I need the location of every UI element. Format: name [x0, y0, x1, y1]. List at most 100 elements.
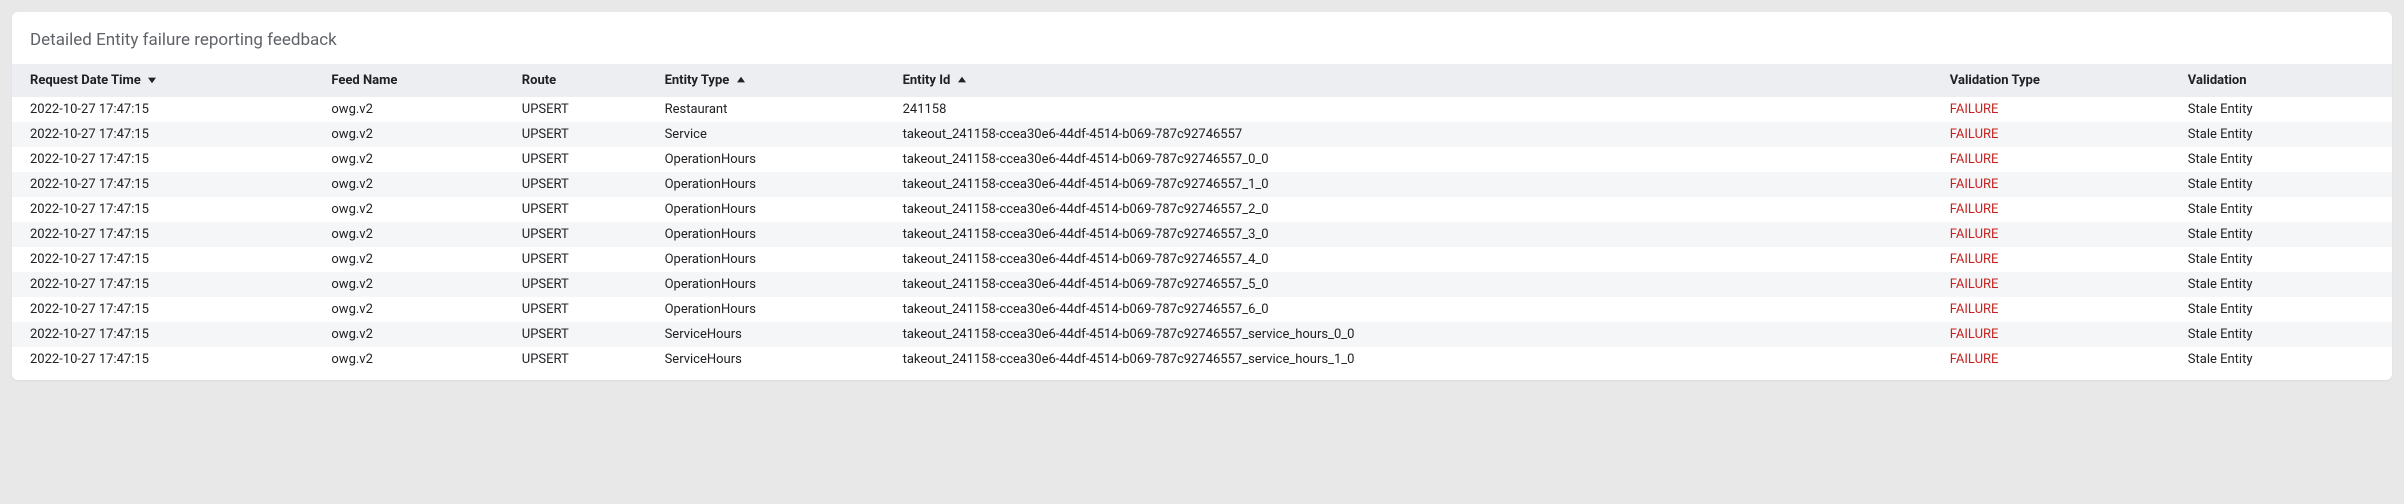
- table-row[interactable]: 2022-10-27 17:47:15owg.v2UPSERTOperation…: [12, 272, 2392, 297]
- table-row[interactable]: 2022-10-27 17:47:15owg.v2UPSERTOperation…: [12, 197, 2392, 222]
- cell-request-date-time: 2022-10-27 17:47:15: [12, 272, 321, 297]
- cell-entity-id: takeout_241158-ccea30e6-44df-4514-b069-7…: [893, 122, 1940, 147]
- table-row[interactable]: 2022-10-27 17:47:15owg.v2UPSERTOperation…: [12, 222, 2392, 247]
- col-label-entity-type: Entity Type: [665, 73, 730, 88]
- report-table: Request Date Time Feed Name Route Entity…: [12, 64, 2392, 372]
- cell-validation: Stale Entity: [2178, 122, 2392, 147]
- cell-entity-id: takeout_241158-ccea30e6-44df-4514-b069-7…: [893, 247, 1940, 272]
- col-label-entity-id: Entity Id: [903, 73, 951, 88]
- cell-validation-type: FAILURE: [1940, 97, 2178, 122]
- cell-feed-name: owg.v2: [321, 347, 511, 372]
- cell-validation-type: FAILURE: [1940, 297, 2178, 322]
- col-label-request-date-time: Request Date Time: [30, 73, 141, 88]
- cell-validation-type: FAILURE: [1940, 197, 2178, 222]
- cell-route: UPSERT: [512, 222, 655, 247]
- cell-validation: Stale Entity: [2178, 272, 2392, 297]
- report-card: Detailed Entity failure reporting feedba…: [12, 12, 2392, 380]
- cell-validation: Stale Entity: [2178, 197, 2392, 222]
- sort-desc-icon: [148, 73, 156, 88]
- cell-entity-id: takeout_241158-ccea30e6-44df-4514-b069-7…: [893, 147, 1940, 172]
- table-row[interactable]: 2022-10-27 17:47:15owg.v2UPSERTServiceHo…: [12, 322, 2392, 347]
- cell-route: UPSERT: [512, 247, 655, 272]
- cell-route: UPSERT: [512, 297, 655, 322]
- cell-request-date-time: 2022-10-27 17:47:15: [12, 197, 321, 222]
- cell-validation-type: FAILURE: [1940, 272, 2178, 297]
- cell-entity-type: OperationHours: [655, 172, 893, 197]
- cell-request-date-time: 2022-10-27 17:47:15: [12, 247, 321, 272]
- cell-request-date-time: 2022-10-27 17:47:15: [12, 222, 321, 247]
- cell-validation-type: FAILURE: [1940, 247, 2178, 272]
- cell-route: UPSERT: [512, 172, 655, 197]
- cell-entity-id: takeout_241158-ccea30e6-44df-4514-b069-7…: [893, 322, 1940, 347]
- sort-asc-icon: [737, 73, 745, 88]
- col-header-route[interactable]: Route: [512, 64, 655, 97]
- cell-validation: Stale Entity: [2178, 172, 2392, 197]
- cell-entity-type: OperationHours: [655, 297, 893, 322]
- cell-entity-id: takeout_241158-ccea30e6-44df-4514-b069-7…: [893, 172, 1940, 197]
- cell-entity-id: takeout_241158-ccea30e6-44df-4514-b069-7…: [893, 222, 1940, 247]
- cell-route: UPSERT: [512, 197, 655, 222]
- cell-entity-type: OperationHours: [655, 147, 893, 172]
- cell-feed-name: owg.v2: [321, 122, 511, 147]
- cell-entity-id: takeout_241158-ccea30e6-44df-4514-b069-7…: [893, 347, 1940, 372]
- col-label-feed-name: Feed Name: [331, 73, 397, 88]
- col-label-validation-type: Validation Type: [1950, 73, 2040, 88]
- cell-feed-name: owg.v2: [321, 197, 511, 222]
- cell-entity-type: ServiceHours: [655, 347, 893, 372]
- cell-request-date-time: 2022-10-27 17:47:15: [12, 347, 321, 372]
- cell-feed-name: owg.v2: [321, 172, 511, 197]
- cell-entity-type: ServiceHours: [655, 322, 893, 347]
- cell-validation: Stale Entity: [2178, 347, 2392, 372]
- cell-feed-name: owg.v2: [321, 272, 511, 297]
- sort-asc-icon: [958, 73, 966, 88]
- cell-validation-type: FAILURE: [1940, 122, 2178, 147]
- table-header-row: Request Date Time Feed Name Route Entity…: [12, 64, 2392, 97]
- cell-request-date-time: 2022-10-27 17:47:15: [12, 172, 321, 197]
- col-header-request-date-time[interactable]: Request Date Time: [12, 64, 321, 97]
- col-header-entity-id[interactable]: Entity Id: [893, 64, 1940, 97]
- cell-validation-type: FAILURE: [1940, 147, 2178, 172]
- cell-request-date-time: 2022-10-27 17:47:15: [12, 97, 321, 122]
- cell-validation: Stale Entity: [2178, 147, 2392, 172]
- col-header-validation-type[interactable]: Validation Type: [1940, 64, 2178, 97]
- cell-validation: Stale Entity: [2178, 97, 2392, 122]
- cell-validation-type: FAILURE: [1940, 172, 2178, 197]
- table-row[interactable]: 2022-10-27 17:47:15owg.v2UPSERTOperation…: [12, 147, 2392, 172]
- cell-route: UPSERT: [512, 147, 655, 172]
- cell-entity-id: takeout_241158-ccea30e6-44df-4514-b069-7…: [893, 297, 1940, 322]
- cell-validation-type: FAILURE: [1940, 347, 2178, 372]
- col-label-validation: Validation: [2188, 73, 2247, 88]
- card-title: Detailed Entity failure reporting feedba…: [12, 30, 2392, 64]
- table-row[interactable]: 2022-10-27 17:47:15owg.v2UPSERTOperation…: [12, 172, 2392, 197]
- cell-entity-id: 241158: [893, 97, 1940, 122]
- cell-feed-name: owg.v2: [321, 322, 511, 347]
- col-header-feed-name[interactable]: Feed Name: [321, 64, 511, 97]
- cell-route: UPSERT: [512, 97, 655, 122]
- cell-validation-type: FAILURE: [1940, 222, 2178, 247]
- col-header-validation[interactable]: Validation: [2178, 64, 2392, 97]
- cell-request-date-time: 2022-10-27 17:47:15: [12, 322, 321, 347]
- cell-feed-name: owg.v2: [321, 297, 511, 322]
- cell-route: UPSERT: [512, 347, 655, 372]
- cell-route: UPSERT: [512, 122, 655, 147]
- table-row[interactable]: 2022-10-27 17:47:15owg.v2UPSERTRestauran…: [12, 97, 2392, 122]
- cell-feed-name: owg.v2: [321, 247, 511, 272]
- col-header-entity-type[interactable]: Entity Type: [655, 64, 893, 97]
- table-row[interactable]: 2022-10-27 17:47:15owg.v2UPSERTServiceHo…: [12, 347, 2392, 372]
- cell-entity-id: takeout_241158-ccea30e6-44df-4514-b069-7…: [893, 272, 1940, 297]
- cell-entity-id: takeout_241158-ccea30e6-44df-4514-b069-7…: [893, 197, 1940, 222]
- cell-route: UPSERT: [512, 322, 655, 347]
- cell-validation: Stale Entity: [2178, 222, 2392, 247]
- table-row[interactable]: 2022-10-27 17:47:15owg.v2UPSERTOperation…: [12, 247, 2392, 272]
- cell-route: UPSERT: [512, 272, 655, 297]
- cell-entity-type: OperationHours: [655, 222, 893, 247]
- table-row[interactable]: 2022-10-27 17:47:15owg.v2UPSERTOperation…: [12, 297, 2392, 322]
- cell-entity-type: Service: [655, 122, 893, 147]
- table-row[interactable]: 2022-10-27 17:47:15owg.v2UPSERTServiceta…: [12, 122, 2392, 147]
- cell-feed-name: owg.v2: [321, 222, 511, 247]
- cell-entity-type: Restaurant: [655, 97, 893, 122]
- cell-validation: Stale Entity: [2178, 297, 2392, 322]
- cell-request-date-time: 2022-10-27 17:47:15: [12, 122, 321, 147]
- cell-entity-type: OperationHours: [655, 247, 893, 272]
- cell-validation-type: FAILURE: [1940, 322, 2178, 347]
